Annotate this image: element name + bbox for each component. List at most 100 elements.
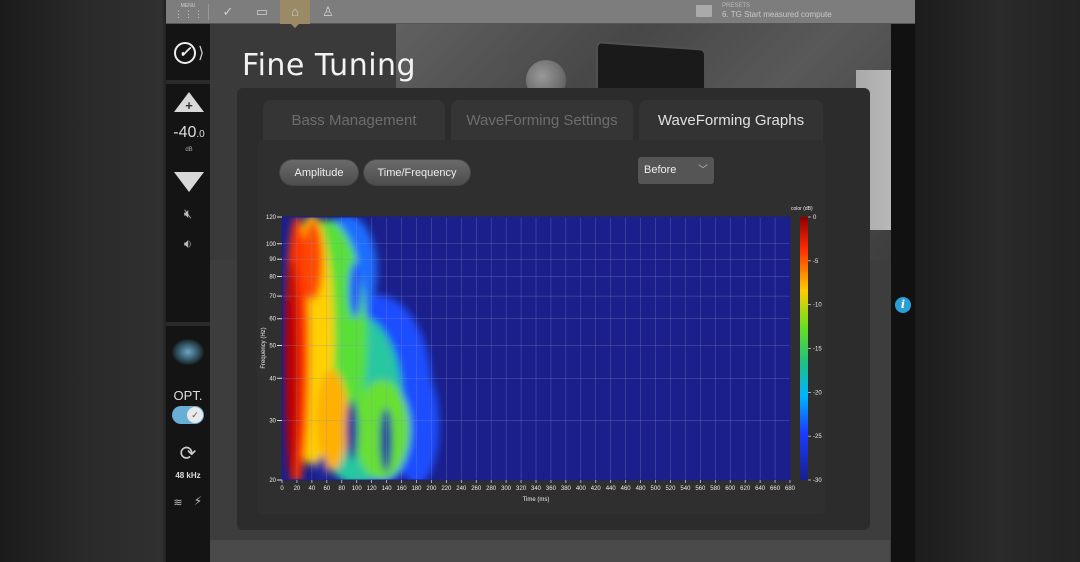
x-axis: 0 20 40 60 80 100 120 140 160 180 200 220 240 260 280 3… [280,480,796,492]
x-tick-label: 420 [591,486,602,492]
x-tick-label: 140 [382,486,393,492]
folder-icon [696,5,712,17]
y-tick-label: 30 [269,418,276,424]
x-tick-label: 260 [471,486,482,492]
person-icon[interactable]: ♙ [316,0,340,24]
tab-bar: Bass Management WaveForming Settings Wav… [263,100,823,142]
x-tick-label: 200 [426,486,437,492]
x-tick-label: 220 [441,486,452,492]
colorbar-ticks: 0 -5 -10 -15 -20 -25 -30 [808,215,822,484]
x-tick-label: 0 [280,486,284,492]
colorbar-tick-label: -10 [813,303,822,309]
time-frequency-heatmap: 0 20 40 60 80 100 120 140 160 180 200 220 240 260 280 3… [261,206,822,503]
x-tick-label: 20 [294,486,301,492]
page-title: Fine Tuning [242,48,417,83]
y-tick-label: 60 [269,317,276,323]
logo[interactable]: ✓ ⟩ [166,34,210,74]
preset-name: 6. TG Start measured compute [722,10,832,19]
x-tick-label: 40 [309,486,316,492]
sync-icon[interactable]: ⟳ [176,442,200,466]
x-tick-label: 280 [486,486,497,492]
x-tick-label: 160 [397,486,408,492]
tab-content: Amplitude Time/Frequency Before ﹀ 0 20 4… [257,140,825,514]
info-icon[interactable]: i [895,297,911,313]
volume-unit: dB [185,147,193,153]
colorbar-tick-label: -5 [813,259,819,265]
x-tick-label: 660 [770,486,781,492]
toggle-knob: ✓ [187,407,203,423]
bottom-strip [210,540,890,562]
tuning-tab-icon[interactable]: ⌂ [280,0,310,28]
volume-lower-icon[interactable]: 🔉︎ [176,236,200,252]
toolbar-divider [208,4,209,20]
grid-icon: ⋮⋮⋮ [174,9,204,19]
x-tick-label: 620 [740,486,751,492]
opt-label: OPT. [173,388,203,403]
x-tick-label: 580 [710,486,721,492]
triangle-down-icon [174,172,204,192]
x-tick-label: 320 [516,486,527,492]
x-tick-label: 520 [665,486,676,492]
x-axis-label: Time (ms) [523,497,550,503]
tab-bass-management[interactable]: Bass Management [263,100,445,142]
microphone-icon[interactable] [172,339,204,365]
x-tick-label: 380 [561,486,572,492]
top-toolbar: MENU ⋮⋮⋮ ✓ ▭ ⌂ ♙ PRESETS 6. TG Start mea… [166,0,915,28]
volume-up-button[interactable]: + [174,92,204,114]
x-tick-label: 300 [501,486,512,492]
plus-icon: + [185,98,193,113]
x-tick-label: 600 [725,486,736,492]
y-tick-label: 50 [269,344,276,350]
main-panel: Bass Management WaveForming Settings Wav… [237,88,870,530]
y-tick-label: 90 [269,257,276,263]
energy-null [349,262,361,318]
presets-label: PRESETS [722,3,751,9]
x-tick-label: 400 [576,486,587,492]
sidebar-divider [166,80,210,84]
energy-null [346,400,358,460]
x-tick-label: 500 [651,486,662,492]
y-tick-label: 120 [266,215,277,221]
sample-rate: 48 kHz [175,471,201,480]
colorbar-tick-label: 0 [813,215,817,221]
wifi-icon[interactable]: ≋ [170,496,186,510]
tab-waveforming-graphs[interactable]: WaveForming Graphs [639,100,823,142]
checkmark-icon[interactable]: ✓ [216,0,240,24]
volume-down-button[interactable] [174,172,204,194]
x-tick-label: 540 [680,486,691,492]
energy-region [316,370,348,470]
presets-selector[interactable]: PRESETS 6. TG Start measured compute [696,3,911,21]
y-tick-label: 100 [266,242,277,248]
y-axis: 20 30 40 50 60 70 80 90 100 120 [266,215,282,484]
right-bar: i [891,24,915,562]
x-tick-label: 440 [606,486,617,492]
x-tick-label: 360 [546,486,557,492]
x-tick-label: 680 [785,486,796,492]
x-tick-label: 480 [636,486,647,492]
y-tick-label: 40 [269,376,276,382]
x-tick-label: 180 [411,486,422,492]
x-tick-label: 640 [755,486,766,492]
colorbar-tick-label: -15 [813,347,822,353]
x-tick-label: 60 [323,486,330,492]
x-tick-label: 460 [621,486,632,492]
x-tick-label: 560 [695,486,706,492]
tab-waveforming-settings[interactable]: WaveForming Settings [451,100,633,142]
colorbar-tick-label: -30 [813,478,822,484]
power-icon[interactable]: ⚡︎ [190,494,206,510]
volume-integer: -40 [173,124,197,141]
y-axis-label: Frequency (Hz) [261,327,267,368]
document-icon[interactable]: ▭ [250,0,274,24]
left-sidebar: ✓ ⟩ + -40.0 dB 🔇︎ 🔉︎ OPT. ✓ ⟳ 48 kHz ≋ ⚡… [166,24,210,562]
opt-toggle[interactable]: ✓ [172,406,204,424]
x-tick-label: 240 [456,486,467,492]
energy-region [303,220,323,300]
mute-icon[interactable]: 🔇︎ [176,206,200,222]
menu-button[interactable]: MENU ⋮⋮⋮ [174,0,204,24]
sidebar-divider [166,322,210,326]
colorbar [800,217,808,480]
outer-right-background [915,0,1080,562]
y-tick-label: 20 [269,478,276,484]
colorbar-tick-label: -20 [813,390,822,396]
app-window: MENU ⋮⋮⋮ ✓ ▭ ⌂ ♙ PRESETS 6. TG Start mea… [166,0,915,562]
